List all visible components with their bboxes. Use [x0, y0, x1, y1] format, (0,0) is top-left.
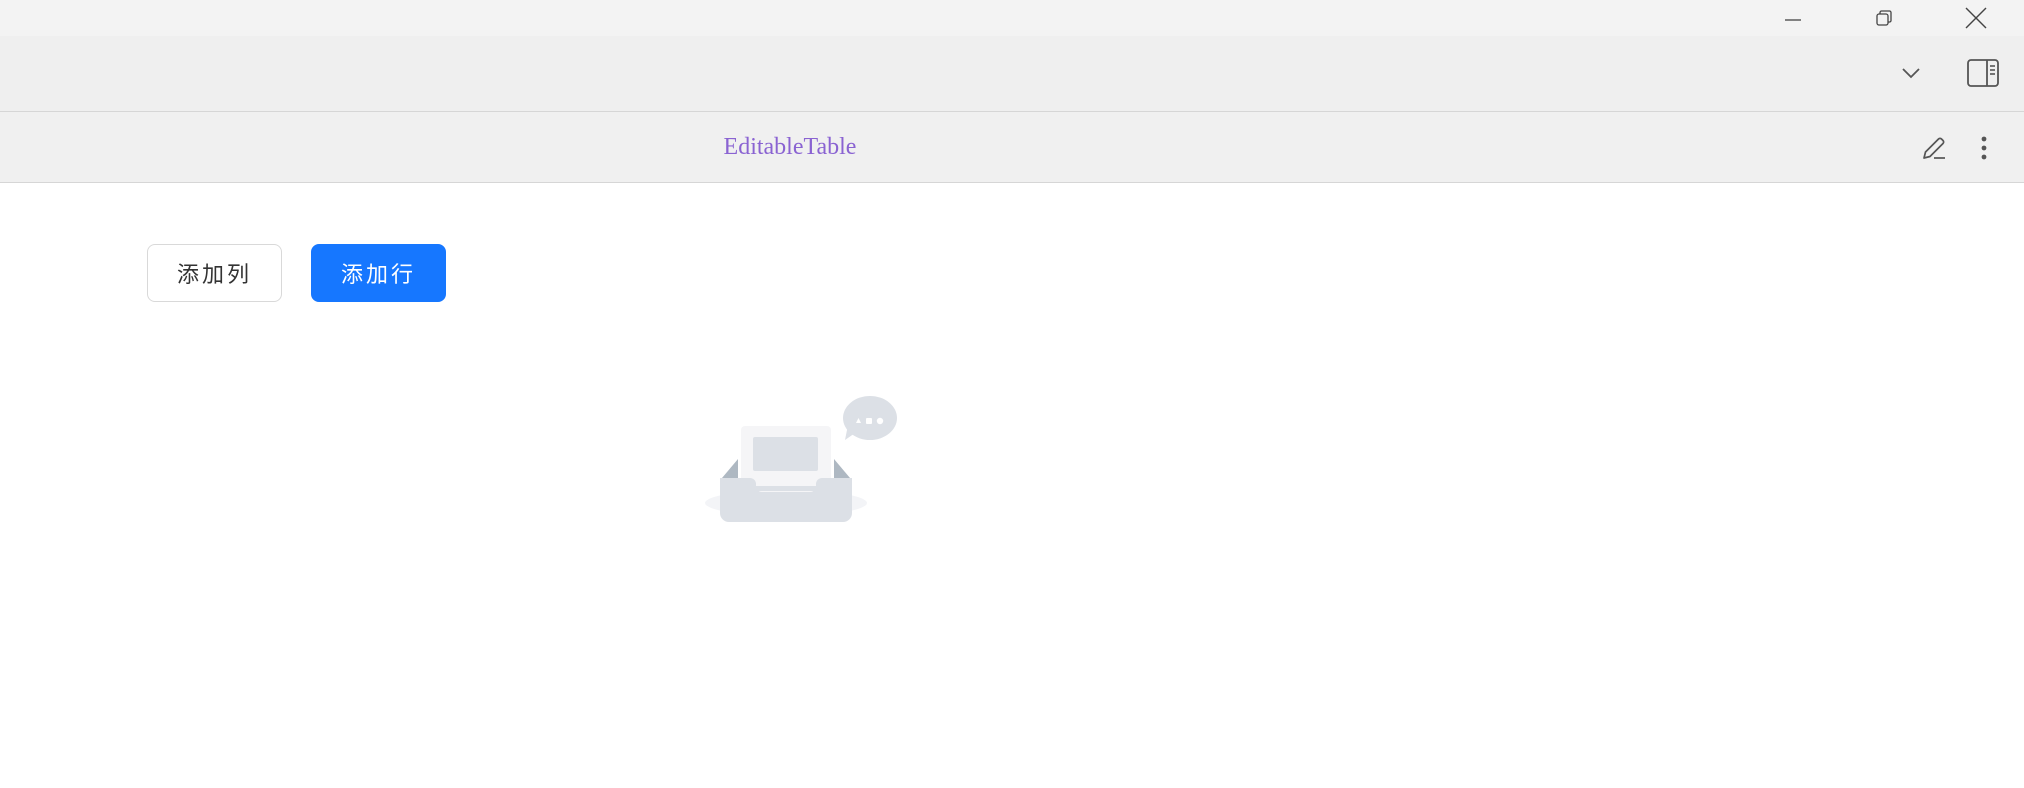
- editable-table-content: 添加列 添加行: [0, 183, 2024, 788]
- sidebar-toggle-icon: [1967, 59, 1999, 87]
- minimize-button[interactable]: [1747, 0, 1839, 36]
- close-button[interactable]: [1930, 0, 2022, 36]
- empty-inbox-icon: [705, 396, 897, 522]
- add-row-button[interactable]: 添加行: [311, 244, 446, 302]
- edit-button[interactable]: [1912, 126, 1956, 170]
- view-title: EditableTable: [723, 134, 857, 160]
- restore-button[interactable]: [1838, 0, 1930, 36]
- chevron-down-icon: [1902, 68, 1920, 79]
- app-toolbar: [0, 36, 2024, 112]
- restore-icon: [1876, 10, 1892, 26]
- close-icon: [1965, 7, 1987, 29]
- empty-state: [700, 333, 900, 533]
- view-header: EditableTable: [0, 112, 2024, 183]
- sidebar-toggle-button[interactable]: [1961, 51, 2005, 95]
- more-options-button[interactable]: [1962, 126, 2006, 170]
- pencil-icon: [1923, 137, 1945, 159]
- add-column-button[interactable]: 添加列: [147, 244, 282, 302]
- minimize-icon: [1785, 19, 1801, 21]
- window-titlebar: [0, 0, 2024, 36]
- tab-list-dropdown[interactable]: [1889, 51, 1933, 95]
- more-vertical-icon: [1981, 136, 1987, 160]
